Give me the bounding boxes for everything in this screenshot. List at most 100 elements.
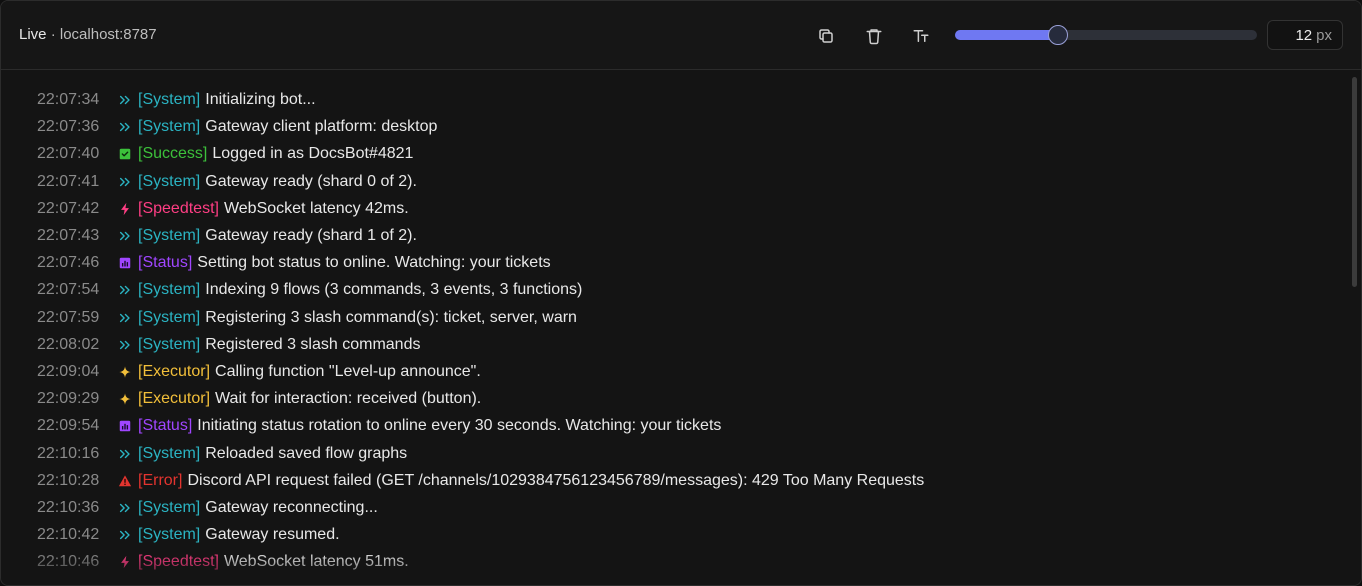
chevron-double-right-icon xyxy=(117,119,133,135)
log-viewer-window: Live · localhost:8787 12 px 22:07:34 [Sys… xyxy=(0,0,1362,586)
log-tag-name: System xyxy=(142,172,196,190)
log-tag-name: System xyxy=(142,91,196,108)
scrollbar-thumb[interactable] xyxy=(1352,77,1357,287)
log-timestamp: 22:07:43 xyxy=(37,227,100,244)
log-row: 22:10:42 [System] Gateway resumed. xyxy=(37,525,340,545)
copy-button[interactable] xyxy=(813,23,839,49)
log-tag: [Executor] xyxy=(138,390,211,408)
font-size-button[interactable] xyxy=(908,23,934,49)
log-message: Initiating status rotation to online eve… xyxy=(197,417,722,435)
log-message: Logged in as DocsBot#4821 xyxy=(212,145,414,163)
log-timestamp: 22:07:36 xyxy=(37,118,100,136)
log-row: 22:07:41 [System] Gateway ready (shard 0 o… xyxy=(37,172,417,192)
title-separator: · xyxy=(46,26,60,43)
log-tag: [System] xyxy=(138,335,201,353)
chevron-double-right-icon xyxy=(117,310,133,326)
live-label: Live xyxy=(19,26,47,43)
font-size-slider[interactable] xyxy=(955,25,1257,45)
log-tag: [System] xyxy=(138,526,201,544)
chevron-double-right-icon xyxy=(117,282,133,298)
log-tag-name: Speedtest xyxy=(142,199,215,217)
log-timestamp: 22:10:28 xyxy=(37,471,100,489)
log-timestamp: 22:07:42 xyxy=(37,199,100,217)
log-timestamp: 22:07:40 xyxy=(37,145,100,163)
bar-chart-icon xyxy=(117,255,133,271)
log-tag-name: System xyxy=(142,227,196,244)
warning-triangle-icon xyxy=(117,473,133,489)
log-message: Reloaded saved flow graphs xyxy=(205,444,408,462)
log-row: 22:07:36 [System] Gateway client platform:… xyxy=(37,117,437,137)
font-size-value: 12 xyxy=(1295,26,1313,44)
log-message: Setting bot status to online. Watching: … xyxy=(197,254,551,272)
log-timestamp: 22:10:16 xyxy=(37,444,100,462)
log-tag-name: System xyxy=(142,308,196,326)
log-tag-name: Status xyxy=(142,417,188,435)
log-message: Registering 3 slash command(s): ticket, … xyxy=(205,308,577,326)
log-output[interactable]: 22:07:34 [System] Initializing bot... 22:07… xyxy=(1,70,1361,585)
log-timestamp: 22:09:04 xyxy=(37,363,100,380)
log-row: 22:10:46 [Speedtest] WebSocket latency 51m… xyxy=(37,552,409,572)
chevron-double-right-icon xyxy=(117,174,133,190)
log-tag: [Status] xyxy=(138,417,193,435)
log-message: WebSocket latency 42ms. xyxy=(223,199,409,217)
chevron-double-right-icon xyxy=(117,446,133,462)
log-timestamp: 22:10:36 xyxy=(37,499,100,516)
log-timestamp: 22:07:46 xyxy=(37,254,100,272)
log-tag: [System] xyxy=(138,118,201,136)
log-message: Discord API request failed (GET /channel… xyxy=(187,471,925,489)
log-tag-name: System xyxy=(142,526,196,544)
log-message: Gateway resumed. xyxy=(205,526,340,544)
bar-chart-icon xyxy=(117,418,133,434)
slider-thumb[interactable] xyxy=(1047,25,1068,45)
log-tag: [System] xyxy=(138,227,201,244)
log-message: Indexing 9 flows (3 commands, 3 events, … xyxy=(205,281,583,299)
log-tag-name: Success xyxy=(142,145,203,163)
sparkle-icon xyxy=(117,364,133,380)
log-row: 22:07:43 [System] Gateway ready (shard 1 o… xyxy=(37,226,417,246)
host-label: localhost:8787 xyxy=(59,26,157,43)
font-size-input[interactable]: 12 px xyxy=(1267,20,1343,50)
log-tag: [System] xyxy=(138,308,201,326)
log-row: 22:07:54 [System] Indexing 9 flows (3 comm… xyxy=(37,280,582,300)
sparkle-icon xyxy=(117,391,133,407)
log-tag: [Speedtest] xyxy=(138,553,219,571)
text-size-icon xyxy=(913,30,929,42)
log-message: Initializing bot... xyxy=(205,91,316,108)
log-timestamp: 22:07:34 xyxy=(37,91,100,108)
log-timestamp: 22:07:54 xyxy=(37,281,100,299)
connection-title: Live · localhost:8787 xyxy=(19,26,157,43)
slider-fill xyxy=(955,30,1058,40)
chevron-double-right-icon xyxy=(117,337,133,353)
log-tag-name: System xyxy=(142,499,196,516)
log-row: 22:07:46 [Status] Setting bot status to on… xyxy=(37,253,551,273)
log-timestamp: 22:09:29 xyxy=(37,390,100,408)
log-row: 22:09:29 [Executor] Wait for interaction: … xyxy=(37,389,481,409)
copy-icon xyxy=(819,29,833,43)
log-message: Gateway client platform: desktop xyxy=(205,118,438,136)
log-tag-name: Error xyxy=(142,471,179,489)
log-tag-name: System xyxy=(142,118,196,136)
log-timestamp: 22:07:59 xyxy=(37,308,100,326)
log-tag-name: Executor xyxy=(142,390,206,408)
log-tag-name: System xyxy=(142,444,196,462)
clear-button[interactable] xyxy=(861,23,887,49)
log-message: Registered 3 slash commands xyxy=(205,335,421,353)
log-tag: [System] xyxy=(138,91,201,108)
log-tag-name: Executor xyxy=(142,363,206,380)
log-tag-name: Status xyxy=(142,254,188,272)
log-message: Wait for interaction: received (button). xyxy=(215,390,482,408)
lightning-icon xyxy=(117,554,133,570)
log-tag-name: System xyxy=(142,281,196,299)
log-timestamp: 22:10:42 xyxy=(37,526,100,544)
log-row: 22:09:04 [Executor] Calling function "Leve… xyxy=(37,362,481,382)
chevron-double-right-icon xyxy=(117,92,133,108)
log-tag: [Success] xyxy=(138,145,208,163)
log-tag: [System] xyxy=(138,172,201,190)
log-timestamp: 22:07:41 xyxy=(37,172,100,190)
log-message: WebSocket latency 51ms. xyxy=(223,553,409,571)
log-row: 22:07:34 [System] Initializing bot... xyxy=(37,90,316,110)
log-tag-name: System xyxy=(142,335,196,353)
log-message: Gateway ready (shard 1 of 2). xyxy=(205,227,417,244)
log-row: 22:07:40 [Success] Logged in as DocsBot#48… xyxy=(37,144,413,164)
toolbar: Live · localhost:8787 12 px xyxy=(1,1,1361,70)
